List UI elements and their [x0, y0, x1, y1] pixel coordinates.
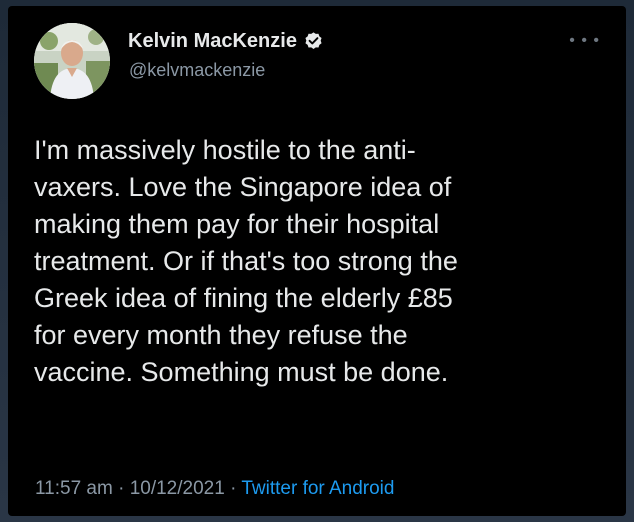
- tweet-text-line: Greek idea of fining the elderly £85: [34, 283, 453, 313]
- tweet-date[interactable]: 10/12/2021: [130, 478, 225, 499]
- screenshot-frame: Kelvin MacKenzie @kelvmackenzie • • • I'…: [0, 0, 634, 522]
- tweet-text-line: vaccine. Something must be done.: [34, 357, 449, 387]
- tweet-text-line: vaxers. Love the Singapore idea of: [34, 172, 452, 202]
- tweet-time[interactable]: 11:57 am: [35, 478, 113, 499]
- tweet-text-line: making them pay for their hospital: [34, 209, 440, 239]
- tweet-text-line: I'm massively hostile to the anti-: [34, 135, 416, 165]
- more-options-icon[interactable]: • • •: [569, 33, 600, 49]
- author-display-name[interactable]: Kelvin MacKenzie: [128, 30, 324, 53]
- tweet-text-line: for every month they refuse the: [34, 320, 408, 350]
- profile-photo-icon: [34, 23, 110, 99]
- tweet-source-link[interactable]: Twitter for Android: [241, 478, 394, 499]
- tweet-meta: 11:57 am · 10/12/2021 · Twitter for Andr…: [35, 478, 394, 500]
- meta-separator: ·: [118, 478, 125, 499]
- tweet-text-line: treatment. Or if that's too strong the: [34, 246, 458, 276]
- tweet-text: I'm massively hostile to the anti- vaxer…: [34, 132, 604, 391]
- author-name-text: Kelvin MacKenzie: [128, 30, 297, 52]
- author-avatar[interactable]: [34, 23, 110, 99]
- author-handle[interactable]: @kelvmackenzie: [129, 60, 265, 81]
- tweet-card: Kelvin MacKenzie @kelvmackenzie • • • I'…: [8, 6, 626, 516]
- verified-badge-icon: [305, 32, 322, 49]
- meta-separator: ·: [230, 478, 237, 499]
